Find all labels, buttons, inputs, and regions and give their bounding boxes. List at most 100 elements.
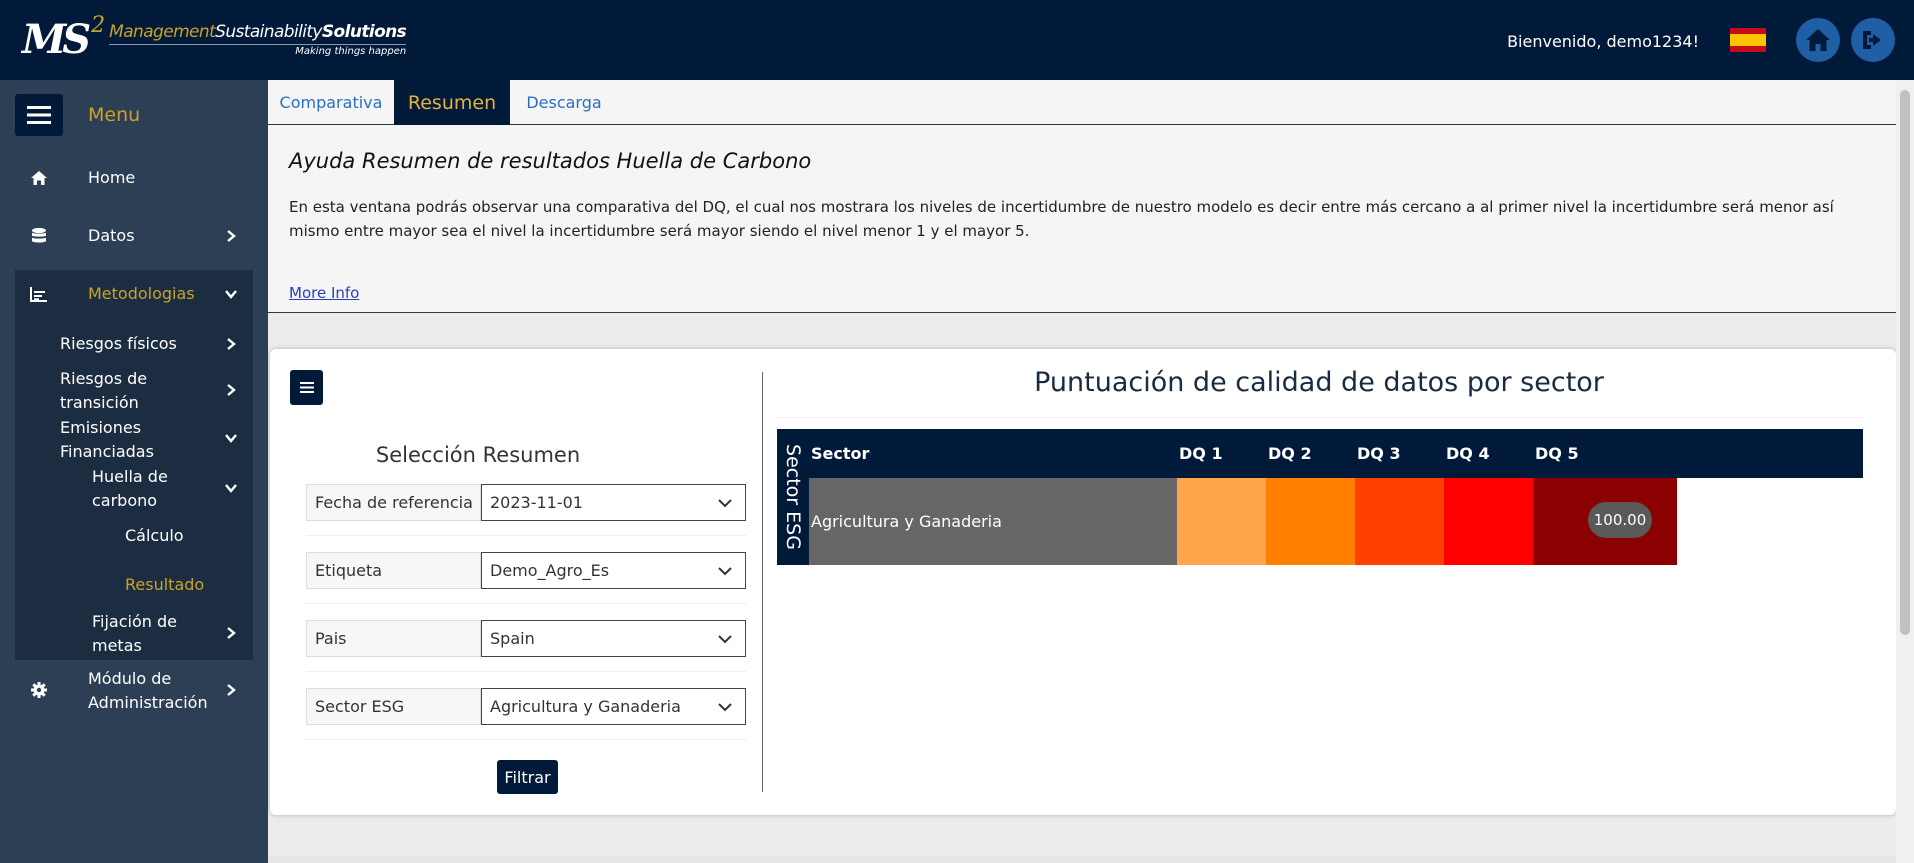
sidebar-item-huella-carbono[interactable]: Huella de carbono — [0, 463, 268, 513]
chart-title: Puntuación de calidad de datos por secto… — [1034, 367, 1604, 398]
logo-word-solutions: Solutions — [321, 22, 407, 42]
logo-company-name: ManagementSustainabilitySolutions — [109, 22, 407, 42]
horizontal-scrollbar[interactable] — [268, 856, 1896, 863]
filter-row-pais: Pais Spain — [306, 620, 746, 657]
sidebar-item-riesgos-transicion[interactable]: Riesgos de transición — [0, 365, 268, 415]
sidebar-item-label: Huella de carbono — [92, 467, 168, 510]
sidebar-item-label: Resultado — [125, 575, 205, 594]
logo-word-management: Management — [109, 22, 216, 42]
welcome-text: Bienvenido, demo1234! — [1507, 32, 1699, 51]
chevron-down-icon — [718, 499, 732, 508]
filter-row-fecha: Fecha de referencia 2023-11-01 — [306, 484, 746, 521]
sidebar-item-label: Cálculo — [125, 526, 184, 545]
sidebar-item-home[interactable]: Home — [0, 156, 268, 200]
help-title: Ayuda Resumen de resultados Huella de Ca… — [289, 149, 812, 173]
scrollbar-thumb[interactable] — [1900, 90, 1910, 635]
filter-label: Fecha de referencia — [306, 484, 481, 521]
heatmap-cell: 100.00 — [1533, 478, 1677, 565]
database-icon — [28, 225, 50, 247]
select-value: 2023-11-01 — [490, 493, 583, 512]
heatmap-cell — [1266, 478, 1355, 565]
heatmap-col-header: DQ 1 — [1179, 444, 1223, 463]
filter-label: Pais — [306, 620, 481, 657]
sidebar-item-riesgos-fisicos[interactable]: Riesgos físicos — [0, 326, 268, 362]
heatmap-header: Sector DQ 1 DQ 2 DQ 3 DQ 4 DQ 5 — [809, 429, 1863, 478]
panel-divider — [762, 372, 763, 792]
heatmap-cell — [1444, 478, 1533, 565]
heatmap-col-header: DQ 4 — [1446, 444, 1490, 463]
sidebar-item-calculo[interactable]: Cálculo — [0, 520, 268, 556]
help-text: En esta ventana podrás observar una comp… — [289, 198, 1834, 240]
filter-label: Etiqueta — [306, 552, 481, 589]
logout-icon — [1863, 31, 1881, 49]
filter-toggle-button[interactable] — [290, 370, 323, 405]
chevron-right-icon — [227, 384, 236, 396]
chevron-down-icon — [225, 484, 237, 493]
filter-row-etiqueta: Etiqueta Demo_Agro_Es — [306, 552, 746, 589]
top-bar: MS 2 ManagementSustainabilitySolutions M… — [0, 0, 1914, 80]
heatmap-col-header: DQ 2 — [1268, 444, 1312, 463]
sidebar-item-label: Metodologias — [88, 284, 195, 303]
sidebar-item-metodologias[interactable]: Metodologias — [0, 272, 268, 316]
logo: MS 2 ManagementSustainabilitySolutions M… — [22, 13, 407, 66]
tab-comparativa[interactable]: Comparativa — [268, 80, 394, 125]
heatmap-col-header: DQ 5 — [1535, 444, 1579, 463]
filter-title: Selección Resumen — [375, 443, 581, 467]
filter-divider — [306, 535, 746, 536]
heatmap-header-sector: Sector — [811, 444, 870, 463]
sidebar-item-emisiones-financiadas[interactable]: Emisiones Financiadas — [0, 414, 268, 464]
chevron-down-icon — [225, 290, 237, 299]
home-icon — [28, 167, 50, 189]
chevron-right-icon — [227, 338, 236, 350]
results-panel: Selección Resumen Fecha de referencia 20… — [270, 349, 1896, 815]
dq-heatmap: Sector ESG Sector DQ 1 DQ 2 DQ 3 DQ 4 DQ 5 A… — [777, 429, 1863, 565]
heatmap-y-label: Sector ESG — [782, 444, 804, 550]
more-info-link[interactable]: More Info — [289, 284, 359, 302]
filter-label: Sector ESG — [306, 688, 481, 725]
chevron-right-icon — [227, 627, 236, 639]
filter-divider — [306, 603, 746, 604]
sidebar-item-label: Home — [88, 168, 136, 187]
sidebar-item-fijacion-metas[interactable]: Fijación de metas — [0, 608, 268, 658]
sidebar-item-label: Riesgos físicos — [60, 334, 177, 353]
pais-select[interactable]: Spain — [481, 620, 746, 657]
gear-icon — [28, 679, 50, 701]
tab-resumen[interactable]: Resumen — [394, 80, 510, 125]
filtrar-button[interactable]: Filtrar — [497, 760, 558, 794]
heatmap-cell — [1177, 478, 1266, 565]
sidebar-item-modulo-administracion[interactable]: Módulo de Administración — [0, 665, 268, 715]
logo-sup: 2 — [91, 13, 106, 38]
heatmap-col-header: DQ 3 — [1357, 444, 1401, 463]
home-icon — [1806, 29, 1830, 51]
sidebar: Menu Home Datos Metodologias Riesgos fís… — [0, 80, 268, 863]
heatmap-cell — [1355, 478, 1444, 565]
logo-tagline: Making things happen — [109, 44, 407, 57]
menu-toggle-button[interactable] — [15, 94, 63, 136]
logout-button[interactable] — [1851, 18, 1895, 62]
vertical-scrollbar[interactable] — [1896, 80, 1914, 863]
heatmap-y-axis: Sector ESG — [777, 429, 809, 565]
chart-icon — [28, 283, 50, 305]
spain-flag-icon[interactable] — [1730, 28, 1766, 52]
filter-divider — [306, 739, 746, 740]
main-content: Comparativa Resumen Descarga Ayuda Resum… — [268, 80, 1896, 863]
chevron-right-icon — [227, 684, 236, 696]
home-button[interactable] — [1796, 18, 1840, 62]
logo-ms: MS — [22, 16, 91, 63]
heatmap-row-label: Agricultura y Ganaderia — [809, 478, 1177, 565]
filter-row-sector: Sector ESG Agricultura y Ganaderia — [306, 688, 746, 725]
fecha-referencia-select[interactable]: 2023-11-01 — [481, 484, 746, 521]
chevron-down-icon — [718, 567, 732, 576]
sector-esg-select[interactable]: Agricultura y Ganaderia — [481, 688, 746, 725]
chevron-down-icon — [718, 635, 732, 644]
sidebar-item-datos[interactable]: Datos — [0, 214, 268, 258]
menu-label: Menu — [88, 104, 141, 126]
tab-descarga[interactable]: Descarga — [510, 80, 618, 125]
chevron-right-icon — [227, 230, 236, 242]
tab-bar: Comparativa Resumen Descarga — [268, 80, 1896, 125]
etiqueta-select[interactable]: Demo_Agro_Es — [481, 552, 746, 589]
sidebar-item-resultado[interactable]: Resultado — [0, 570, 268, 606]
sidebar-item-label: Emisiones Financiadas — [60, 418, 154, 461]
chevron-down-icon — [718, 703, 732, 712]
hamburger-icon — [27, 106, 51, 124]
